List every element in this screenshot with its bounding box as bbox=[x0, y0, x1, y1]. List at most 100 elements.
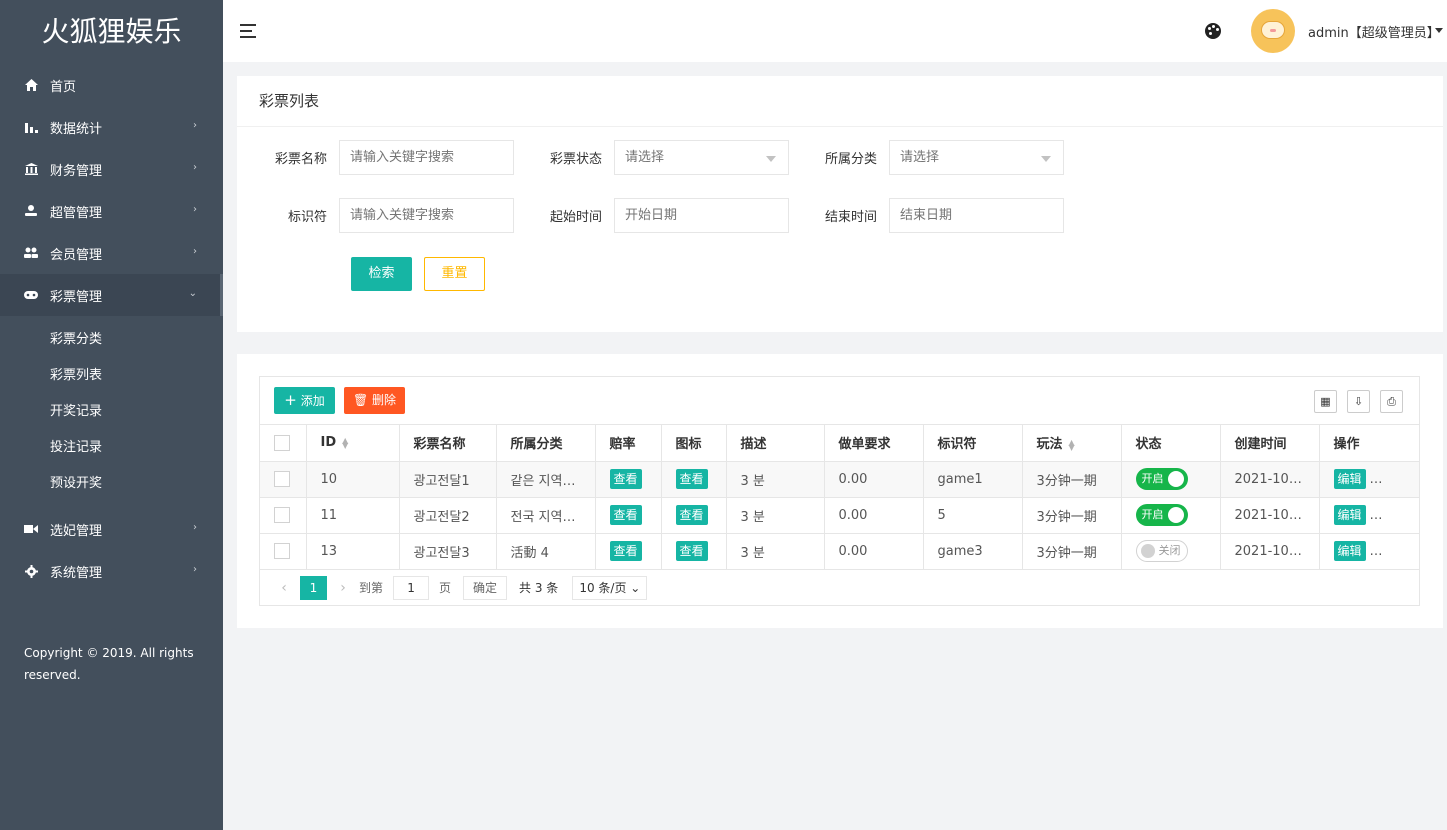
status-toggle[interactable]: 开启 bbox=[1135, 504, 1188, 526]
next-page-icon[interactable]: › bbox=[333, 580, 353, 596]
search-button[interactable]: 检索 bbox=[351, 257, 412, 291]
row-checkbox[interactable] bbox=[274, 543, 290, 559]
view-odds-button[interactable]: 查看 bbox=[609, 505, 642, 525]
add-button[interactable]: + 添加 bbox=[274, 387, 335, 414]
view-icon-button[interactable]: 查看 bbox=[675, 541, 708, 561]
cell-icon: 查看 bbox=[661, 461, 727, 498]
cell-category: 같은 지역… bbox=[496, 461, 596, 498]
sidebar-item-stats[interactable]: 数据统计 › bbox=[0, 106, 223, 148]
view-odds-button[interactable]: 查看 bbox=[609, 469, 642, 489]
cell-id: 11 bbox=[306, 497, 400, 534]
view-icon-button[interactable]: 查看 bbox=[675, 469, 708, 489]
goto-confirm-button[interactable]: 确定 bbox=[463, 575, 508, 600]
status-toggle[interactable]: 关闭 bbox=[1135, 540, 1188, 562]
cell-desc: 3 분 bbox=[726, 497, 825, 534]
page-title: 彩票列表 bbox=[237, 76, 1443, 127]
sidebar-item-finance[interactable]: 财务管理 › bbox=[0, 148, 223, 190]
row-select-cell[interactable] bbox=[260, 533, 307, 570]
row-select-cell[interactable] bbox=[260, 461, 307, 498]
prev-page-icon[interactable]: ‹ bbox=[274, 580, 294, 596]
page-current[interactable]: 1 bbox=[300, 575, 327, 600]
status-toggle[interactable]: 开启 bbox=[1135, 468, 1188, 490]
category-select[interactable]: 请选择 bbox=[889, 140, 1064, 175]
col-play[interactable]: 玩法 ▲ ▼ bbox=[1022, 425, 1122, 462]
columns-filter-icon[interactable]: ▦ bbox=[1314, 390, 1337, 413]
submenu-item[interactable]: 投注记录 bbox=[0, 430, 223, 466]
cell-odds: 查看 bbox=[595, 497, 662, 534]
print-icon[interactable]: ⎙ bbox=[1380, 390, 1403, 413]
sort-icon[interactable]: ▲ ▼ bbox=[1069, 438, 1075, 451]
end-date-input[interactable]: 结束日期 bbox=[889, 198, 1064, 233]
sidebar-item-label: 选妃管理 bbox=[50, 523, 103, 539]
edit-button[interactable]: 编辑 bbox=[1333, 541, 1366, 561]
cell-odds: 查看 bbox=[595, 461, 662, 498]
status-select-value: 请选择 bbox=[625, 150, 665, 165]
sidebar-item-system[interactable]: 系统管理 › bbox=[0, 550, 223, 592]
submenu-item[interactable]: 预设开奖 bbox=[0, 466, 223, 502]
video-icon bbox=[24, 522, 38, 536]
sidebar-item-admins[interactable]: 超管管理 › bbox=[0, 190, 223, 232]
sidebar-item-home[interactable]: 首页 bbox=[0, 64, 223, 106]
plus-icon: + bbox=[284, 391, 297, 409]
sidebar-item-lottery[interactable]: 彩票管理 ⌄ bbox=[0, 274, 223, 316]
edit-button[interactable]: 编辑 bbox=[1333, 505, 1366, 525]
copyright-text: Copyright © 2019. All rights reserved. bbox=[24, 646, 194, 682]
chevron-right-icon: › bbox=[193, 564, 197, 575]
name-label: 彩票名称 bbox=[274, 152, 327, 167]
sidebar: 火狐狸娱乐 首页 数据统计 › 财务管理 › 超管管理 › 会员管理 › 彩票管… bbox=[0, 0, 223, 830]
cell-actions: 编辑… bbox=[1319, 461, 1419, 498]
table-row: 13 광고전달3 活動 4 查看 查看 3 분 0.00 game3 3分钟一期… bbox=[260, 533, 1419, 570]
chevron-right-icon: › bbox=[193, 204, 197, 215]
key-search-input[interactable]: 请输入关键字搜索 bbox=[339, 198, 514, 233]
cell-desc: 3 분 bbox=[726, 461, 825, 498]
cell-name: 광고전달3 bbox=[399, 533, 497, 570]
avatar[interactable] bbox=[1251, 9, 1295, 53]
chevron-right-icon: › bbox=[193, 246, 197, 257]
view-odds-button[interactable]: 查看 bbox=[609, 541, 642, 561]
row-checkbox[interactable] bbox=[274, 507, 290, 523]
delete-button[interactable]: 🗑 删除 bbox=[344, 387, 405, 414]
sidebar-item-label: 超管管理 bbox=[50, 205, 103, 221]
col-id[interactable]: ID ▲ ▼ bbox=[306, 425, 400, 462]
edit-button[interactable]: 编辑 bbox=[1333, 469, 1366, 489]
col-odds: 赔率 bbox=[595, 425, 662, 462]
cell-id: 13 bbox=[306, 533, 400, 570]
pagination: ‹ 1 › 到第 1 页 确定 共 3 条 10 条/页 ⌄ bbox=[260, 570, 1419, 606]
select-all-checkbox[interactable] bbox=[274, 434, 290, 451]
status-label: 彩票状态 bbox=[549, 152, 602, 167]
cell-category: 活動 4 bbox=[496, 533, 596, 570]
reset-button[interactable]: 重置 bbox=[424, 257, 485, 291]
export-icon[interactable]: ⇩ bbox=[1347, 390, 1370, 413]
menu-toggle-icon[interactable] bbox=[240, 24, 256, 42]
user-icon bbox=[24, 204, 38, 218]
sidebar-item-label: 首页 bbox=[50, 79, 77, 95]
row-select-cell[interactable] bbox=[260, 497, 307, 534]
user-name[interactable]: admin【超级管理员】 bbox=[1308, 22, 1440, 41]
goto-page-input[interactable]: 1 bbox=[393, 575, 430, 600]
key-label: 标识符 bbox=[287, 210, 327, 225]
submenu-item[interactable]: 彩票列表 bbox=[0, 358, 223, 394]
sidebar-item-concubine[interactable]: 选妃管理 › bbox=[0, 508, 223, 550]
caret-down-icon[interactable] bbox=[1435, 28, 1443, 33]
row-checkbox[interactable] bbox=[274, 471, 290, 487]
submenu-item[interactable]: 开奖记录 bbox=[0, 394, 223, 430]
select-all-cell[interactable] bbox=[260, 425, 307, 462]
status-select[interactable]: 请选择 bbox=[614, 140, 789, 175]
start-date-input[interactable]: 开始日期 bbox=[614, 198, 789, 233]
home-icon bbox=[24, 78, 38, 92]
view-icon-button[interactable]: 查看 bbox=[675, 505, 708, 525]
sort-icon[interactable]: ▲ ▼ bbox=[342, 436, 348, 449]
cell-id: 10 bbox=[306, 461, 400, 498]
name-search-input[interactable]: 请输入关键字搜索 bbox=[339, 140, 514, 175]
palette-icon[interactable] bbox=[1205, 23, 1221, 39]
goto-label: 到第 bbox=[359, 581, 384, 595]
sidebar-item-members[interactable]: 会员管理 › bbox=[0, 232, 223, 274]
cell-icon: 查看 bbox=[661, 497, 727, 534]
add-label: 添加 bbox=[300, 394, 325, 408]
page-size-select[interactable]: 10 条/页 ⌄ bbox=[572, 575, 648, 600]
submenu-item[interactable]: 彩票分类 bbox=[0, 322, 223, 358]
table-header-row: ID ▲ ▼ 彩票名称 所属分类 赔率 图标 描述 做单要求 标识符 玩法 ▲ ▼ 状态… bbox=[260, 425, 1419, 462]
cell-key: 5 bbox=[923, 497, 1023, 534]
cell-desc: 3 분 bbox=[726, 533, 825, 570]
chevron-down-icon: ⌄ bbox=[188, 288, 197, 299]
